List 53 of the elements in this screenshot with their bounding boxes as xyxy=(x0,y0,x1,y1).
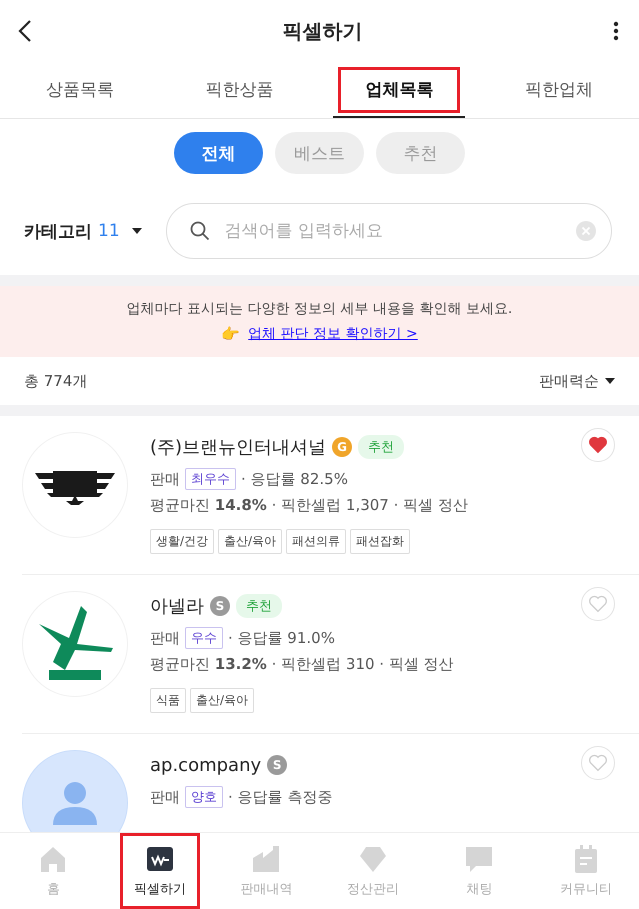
margin-stats: 평균마진 13.2% · 픽한셀럽 310 · 픽셀 정산 xyxy=(150,655,455,674)
category-tag: 패션의류 xyxy=(286,529,346,554)
w-logo-icon xyxy=(144,844,175,874)
sales-grade-badge: 우수 xyxy=(185,627,223,649)
search-field[interactable]: 검색어를 입력하세요 xyxy=(166,203,612,259)
info-link[interactable]: 업체 판단 정보 확인하기 > xyxy=(248,325,418,343)
factory-icon xyxy=(251,844,282,874)
tab[interactable]: 상품목록 xyxy=(14,62,146,118)
total-count: 총 774개 xyxy=(24,372,88,390)
tab[interactable]: 픽한상품 xyxy=(174,62,306,118)
search-icon xyxy=(190,221,210,241)
sales-grade-badge: 양호 xyxy=(185,786,223,808)
back-icon[interactable] xyxy=(18,19,32,43)
heart-icon xyxy=(588,754,608,772)
grade-badge: S xyxy=(267,755,288,775)
response-rate: · 응답률 82.5% xyxy=(241,470,348,488)
vendor-name: (주)브랜뉴인터내셔널 xyxy=(150,436,326,459)
page-title: 픽셀하기 xyxy=(282,18,362,44)
heart-icon xyxy=(588,595,608,613)
dropdown-caret-icon[interactable] xyxy=(132,228,142,234)
sales-label: 판매 xyxy=(150,470,180,488)
response-rate: · 응답률 91.0% xyxy=(228,628,335,648)
sales-grade-badge: 최우수 xyxy=(185,468,236,490)
grade-badge: S xyxy=(210,596,230,616)
sort-dropdown[interactable]: 판매력순 xyxy=(539,372,599,390)
vendor-name: ap.company xyxy=(150,754,262,776)
dropdown-caret-icon[interactable] xyxy=(605,378,615,384)
margin-stats: 평균마진 14.8% · 픽한셀럽 1,307 · 픽셀 정산 xyxy=(150,496,469,515)
category-count: 11 xyxy=(98,221,120,241)
vendor-name: 아넬라 xyxy=(150,595,204,618)
category-tag: 패션잡화 xyxy=(350,529,410,554)
category-tag: 출산/육아 xyxy=(218,529,282,554)
tab[interactable]: 픽한업체 xyxy=(493,62,626,118)
recommended-badge: 추천 xyxy=(358,435,404,459)
category-label[interactable]: 카테고리 xyxy=(24,220,92,242)
sales-label: 판매 xyxy=(150,788,180,806)
sales-label: 판매 xyxy=(150,628,180,648)
gem-icon xyxy=(358,844,388,874)
nav-tab[interactable]: 픽셀하기 xyxy=(120,833,200,909)
category-tag: 생활/건강 xyxy=(150,529,214,554)
grade-badge: G xyxy=(332,437,352,457)
heart-icon xyxy=(588,436,608,454)
favorite-button[interactable] xyxy=(581,428,615,462)
recommended-badge: 추천 xyxy=(236,594,282,618)
filter-chip[interactable]: 전체 xyxy=(174,132,263,174)
chat-bubble-icon xyxy=(464,844,494,874)
tab[interactable]: 업체목록 xyxy=(333,62,466,118)
notice-text: 업체마다 표시되는 다양한 정보의 세부 내용을 확인해 보세요. xyxy=(126,300,512,318)
response-rate: · 응답률 측정중 xyxy=(228,788,332,806)
pointing-hand-icon: 👉 xyxy=(221,325,240,343)
category-tag: 출산/육아 xyxy=(190,688,254,713)
more-icon[interactable] xyxy=(613,21,619,41)
category-tag: 식품 xyxy=(150,688,186,713)
